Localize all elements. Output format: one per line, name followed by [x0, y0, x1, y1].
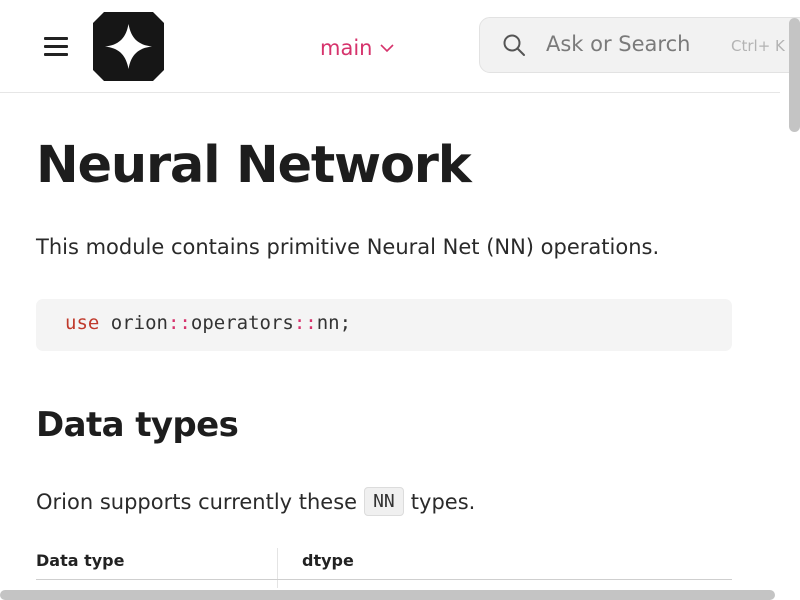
code-segment: operators: [190, 312, 294, 334]
hamburger-line: [44, 45, 68, 48]
inline-code: NN: [364, 487, 404, 516]
section-title: Data types: [36, 405, 239, 445]
code-segment: nn;: [316, 312, 352, 334]
search-box[interactable]: Ask or Search Ctrl+ K: [479, 17, 800, 73]
code-segment: orion: [110, 312, 168, 334]
search-icon: [503, 34, 525, 56]
hamburger-line: [44, 53, 68, 56]
hamburger-line: [44, 37, 68, 40]
intro-paragraph: This module contains primitive Neural Ne…: [36, 235, 660, 259]
support-paragraph: Orion supports currently these NN types.: [36, 487, 475, 516]
menu-button[interactable]: [38, 30, 72, 64]
code-keyword: use: [65, 312, 100, 334]
column-divider: [277, 548, 278, 588]
search-shortcut-hint: Ctrl+ K: [731, 37, 785, 55]
table-header-dtype: dtype: [302, 551, 354, 570]
horizontal-scrollbar[interactable]: [0, 590, 775, 600]
vertical-scrollbar[interactable]: [789, 18, 800, 132]
branch-selector[interactable]: main: [320, 34, 395, 62]
code-separator: ::: [293, 312, 317, 334]
chevron-down-icon: [380, 44, 395, 53]
search-placeholder: Ask or Search: [546, 32, 691, 56]
page: main Ask or Search Ctrl+ K Neural Networ…: [0, 0, 800, 600]
table-header-divider: [36, 579, 732, 580]
code-separator: ::: [167, 312, 191, 334]
branch-label: main: [320, 36, 373, 60]
data-types-table: Data type dtype: [36, 548, 732, 588]
logo-icon[interactable]: [93, 12, 164, 81]
top-header: main Ask or Search Ctrl+ K: [0, 0, 800, 93]
table-header-data-type: Data type: [36, 551, 125, 570]
support-text-end: types.: [410, 489, 476, 514]
page-title: Neural Network: [36, 136, 472, 195]
code-block[interactable]: use orion::operators::nn;: [36, 299, 732, 351]
support-text: Orion supports currently these: [36, 489, 358, 514]
